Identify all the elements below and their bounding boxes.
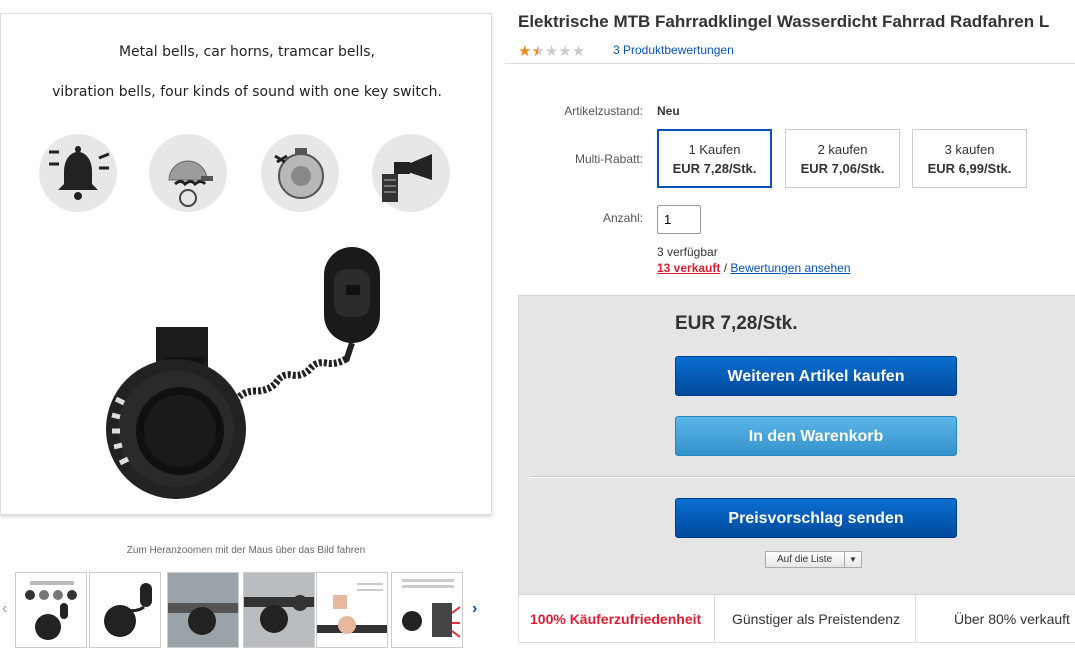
sold-percent-badge: Über 80% verkauft [954, 611, 1070, 627]
trust-divider [714, 595, 715, 643]
thumbnail-next-arrow-icon[interactable]: › [472, 600, 477, 618]
main-product-image[interactable]: Metal bells, car horns, tramcar bells, v… [0, 13, 492, 515]
divider [505, 63, 1075, 64]
multi-rabatt-option-2[interactable]: 2 kaufen EUR 7,06/Stk. [785, 129, 900, 188]
image-caption-line1: Metal bells, car horns, tramcar bells, [118, 44, 376, 60]
option-qty: 1 Kaufen [688, 142, 741, 157]
trust-bar: 100% Käuferzufriedenheit Günstiger als P… [518, 595, 1075, 643]
condition-value: Neu [657, 104, 680, 118]
image-caption-line2: vibration bells, four kinds of sound wit… [52, 84, 442, 100]
thumbnail-prev-arrow-icon[interactable]: ‹ [2, 600, 7, 618]
star-empty-icon: ★ [544, 43, 559, 60]
thumbnail-3[interactable] [167, 572, 239, 648]
thumbnail-6[interactable] [391, 572, 463, 648]
satisfaction-badge: 100% Käuferzufriedenheit [530, 611, 702, 627]
star-empty-icon: ★ [558, 43, 572, 60]
star-empty-icon: ★ [571, 43, 586, 60]
view-reviews-link[interactable]: Bewertungen ansehen [730, 261, 850, 275]
star-full-icon: ★ [518, 43, 532, 60]
option-price: EUR 7,06/Stk. [800, 161, 885, 176]
buy-more-button[interactable]: Weiteren Artikel kaufen [675, 356, 957, 396]
option-price: EUR 7,28/Stk. [672, 161, 757, 176]
thumbnail-4[interactable] [243, 572, 315, 648]
option-qty: 3 kaufen [944, 142, 995, 157]
rating-stars: ★★★★★ [518, 42, 585, 60]
star-half-icon: ★ [531, 43, 545, 60]
product-page: Metal bells, car horns, tramcar bells, v… [0, 0, 1075, 663]
trust-divider [915, 595, 916, 643]
chevron-down-icon[interactable]: ▼ [844, 552, 861, 567]
metal-bell-icon [39, 134, 117, 212]
multi-rabatt-option-1[interactable]: 1 Kaufen EUR 7,28/Stk. [657, 129, 772, 188]
option-price: EUR 6,99/Stk. [927, 161, 1012, 176]
thumbnail-strip: ‹ › [0, 572, 492, 650]
car-horn-icon [372, 134, 450, 212]
add-to-cart-button[interactable]: In den Warenkorb [675, 416, 957, 456]
price-trend-badge: Günstiger als Preistendenz [732, 611, 901, 627]
multi-rabatt-option-3[interactable]: 3 kaufen EUR 6,99/Stk. [912, 129, 1027, 188]
condition-label: Artikelzustand: [564, 104, 643, 118]
product-title: Elektrische MTB Fahrradklingel Wasserdic… [518, 12, 1050, 31]
multi-rabatt-label: Multi-Rabatt: [574, 152, 643, 166]
available-count: 3 verfügbar [657, 245, 718, 259]
separator: / [723, 261, 728, 275]
add-to-watchlist-dropdown[interactable]: Auf die Liste ▼ [765, 551, 862, 568]
thumbnail-5[interactable] [316, 572, 388, 648]
option-qty: 2 kaufen [817, 142, 868, 157]
zoom-hint: Zum Heranzoomen mit der Maus über das Bi… [126, 545, 366, 556]
sold-count-link[interactable]: 13 verkauft [657, 261, 720, 275]
buybox-divider [530, 477, 1075, 478]
thumbnail-2[interactable] [89, 572, 161, 648]
bicycle-bell-icon [149, 134, 227, 212]
tramcar-bell-icon [261, 134, 339, 212]
buybox-price: EUR 7,28/Stk. [675, 313, 798, 334]
product-ratings-link[interactable]: 3 Produktbewertungen [613, 43, 734, 57]
quantity-input[interactable] [657, 205, 701, 234]
quantity-label: Anzahl: [602, 211, 643, 225]
watchlist-label: Auf die Liste [777, 554, 833, 565]
thumbnail-1[interactable] [15, 572, 87, 648]
make-offer-button[interactable]: Preisvorschlag senden [675, 498, 957, 538]
electric-bell-product-illustration [106, 247, 380, 499]
sold-line: 13 verkauft / Bewertungen ansehen [657, 261, 851, 275]
